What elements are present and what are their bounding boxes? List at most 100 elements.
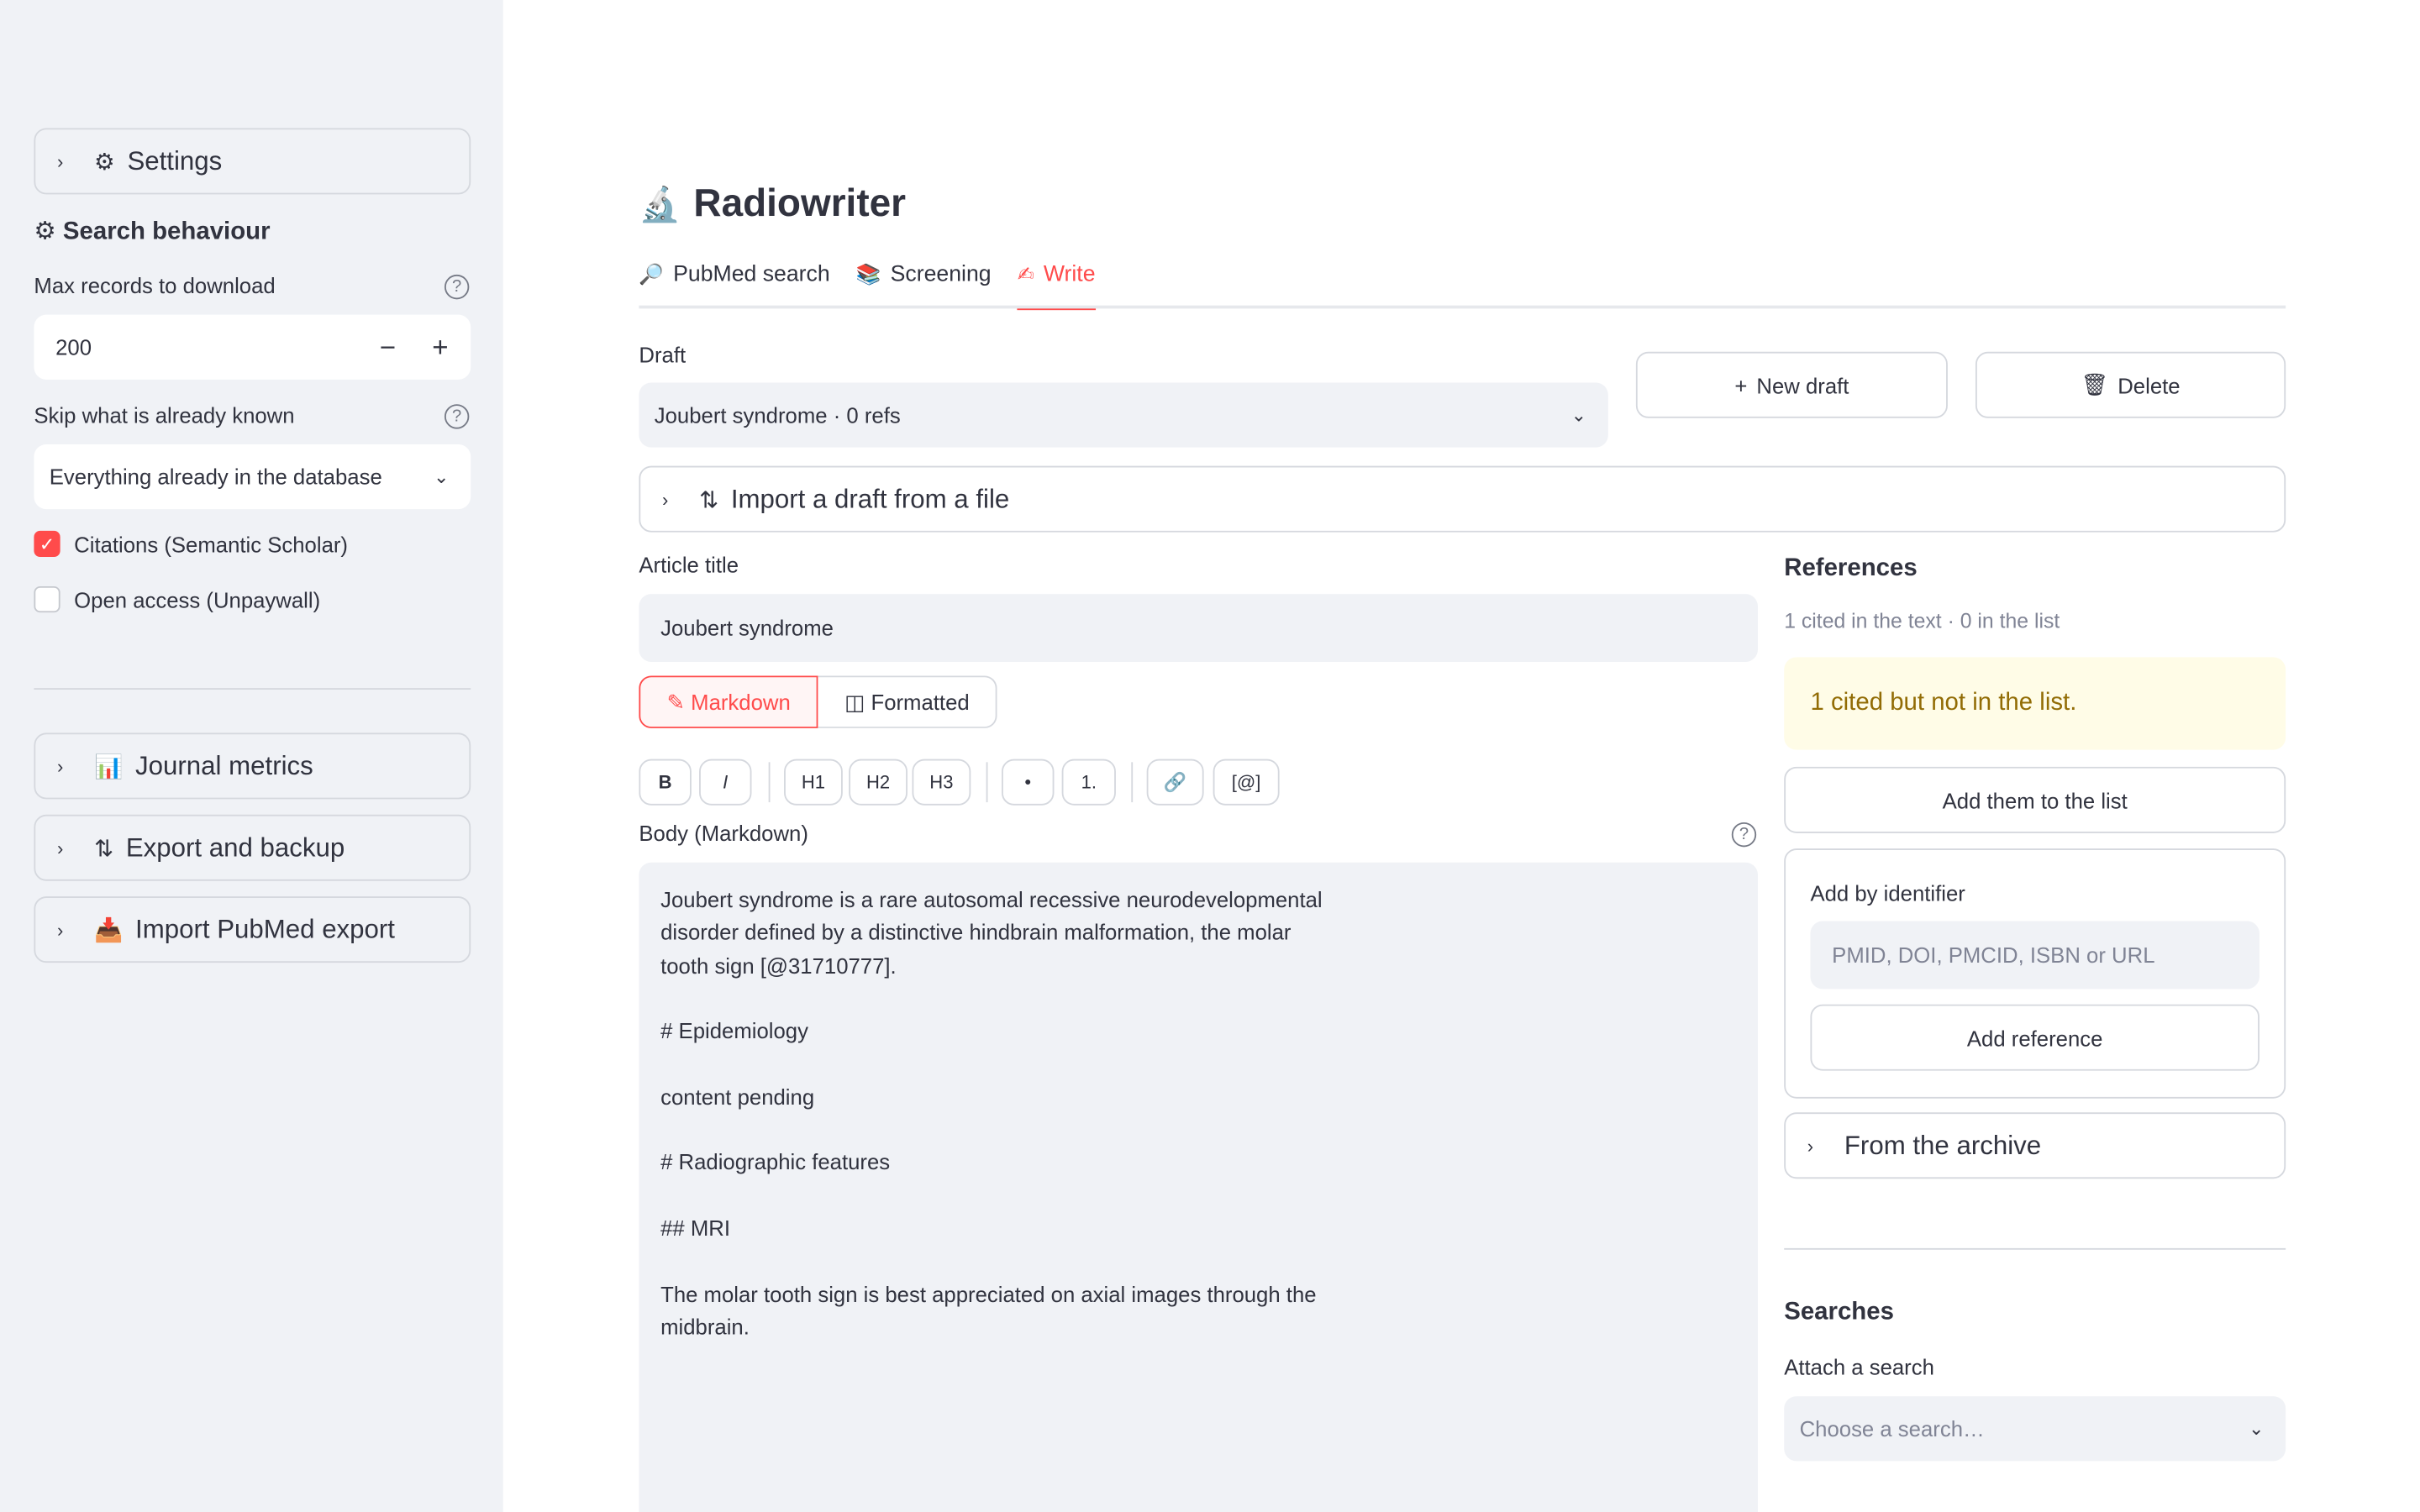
books-icon: 📚: [855, 262, 881, 286]
journal-metrics-label: Journal metrics: [135, 750, 313, 780]
bold-button[interactable]: B: [639, 759, 692, 806]
export-backup-expander[interactable]: › ⇅ Export and backup: [34, 814, 471, 881]
identifier-input[interactable]: PMID, DOI, PMCID, ISBN or URL: [1810, 921, 2260, 990]
sidebar: › ⚙ Settings ⚙ Search behaviour Max reco…: [0, 0, 503, 1512]
max-records-label: Max records to download: [34, 273, 276, 298]
article-title-value: Joubert syndrome: [660, 615, 834, 641]
delete-button[interactable]: 🗑 Delete: [1975, 351, 2286, 418]
decrement-button[interactable]: −: [380, 331, 396, 364]
toolbar-separator: [768, 762, 771, 803]
citation-button[interactable]: [@]: [1213, 759, 1280, 806]
up-down-arrows-icon: ⇅: [94, 835, 114, 862]
citations-checkbox[interactable]: ✓ Citations (Semantic Scholar): [34, 530, 349, 558]
settings-label: Settings: [127, 145, 223, 176]
page-title: 🔬 Radiowriter: [639, 182, 906, 227]
inbox-tray-icon: 📥: [94, 916, 124, 944]
tab-label: Screening: [890, 262, 992, 287]
toolbar-separator: [1131, 762, 1134, 803]
markdown-mode-button[interactable]: ✎ Markdown: [639, 675, 818, 728]
h1-button[interactable]: H1: [784, 759, 843, 806]
chevron-right-icon: ›: [56, 837, 64, 859]
add-by-identifier-label: Add by identifier: [1810, 880, 1965, 906]
trash-icon: 🗑: [2081, 371, 2109, 397]
export-backup-label: Export and backup: [125, 832, 345, 862]
new-draft-label: New draft: [1756, 372, 1849, 397]
add-reference-button[interactable]: Add reference: [1810, 1004, 2260, 1071]
body-textarea[interactable]: Joubert syndrome is a rare autosomal rec…: [639, 862, 1759, 1512]
italic-button[interactable]: I: [699, 759, 752, 806]
delete-label: Delete: [2118, 372, 2181, 397]
import-draft-label: Import a draft from a file: [730, 483, 1010, 513]
attach-search-label: Attach a search: [1784, 1354, 1934, 1380]
plus-icon: +: [1734, 372, 1748, 397]
bar-chart-icon: 📊: [94, 753, 124, 780]
from-archive-label: From the archive: [1844, 1130, 2042, 1160]
journal-metrics-expander[interactable]: › 📊 Journal metrics: [34, 732, 471, 800]
draft-label: Draft: [639, 342, 687, 368]
tab-label: Write: [1043, 261, 1096, 286]
settings-expander[interactable]: › ⚙ Settings: [34, 128, 471, 195]
chevron-down-icon: ⌄: [1570, 404, 1587, 426]
article-title-label: Article title: [639, 552, 739, 577]
h3-button[interactable]: H3: [912, 759, 971, 806]
draft-selected-value: Joubert syndrome · 0 refs: [654, 402, 901, 428]
writing-hand-icon: ✍: [1017, 261, 1034, 285]
search-behaviour-heading: ⚙ Search behaviour: [34, 218, 271, 246]
references-heading: References: [1784, 555, 1918, 582]
from-archive-expander[interactable]: › From the archive: [1784, 1112, 2286, 1179]
help-icon[interactable]: ?: [1731, 822, 1757, 848]
article-title-input[interactable]: Joubert syndrome: [639, 594, 1759, 662]
draft-select[interactable]: Joubert syndrome · 0 refs ⌄: [639, 382, 1608, 448]
bullet-list-button[interactable]: •: [1002, 759, 1055, 806]
add-them-button[interactable]: Add them to the list: [1784, 766, 2286, 833]
skip-known-select[interactable]: Everything already in the database ⌄: [34, 444, 471, 510]
max-records-value: 200: [55, 334, 92, 360]
body-label: Body (Markdown): [639, 821, 808, 846]
citations-label: Citations (Semantic Scholar): [74, 531, 349, 557]
sidebar-divider: [34, 688, 471, 690]
microscope-icon: 🔬: [639, 184, 681, 223]
tab-divider: [639, 305, 2286, 309]
chevron-down-icon: ⌄: [2248, 1417, 2265, 1440]
missing-refs-warning: 1 cited but not in the list.: [1784, 657, 2286, 750]
checkbox-checked-icon[interactable]: ✓: [34, 530, 60, 558]
skip-known-value: Everything already in the database: [49, 464, 382, 490]
help-icon[interactable]: ?: [444, 404, 470, 429]
identifier-placeholder: PMID, DOI, PMCID, ISBN or URL: [1832, 942, 2155, 968]
toolbar-separator: [986, 762, 988, 803]
increment-button[interactable]: +: [432, 331, 448, 364]
tab-label: PubMed search: [673, 262, 830, 287]
checkbox-unchecked-icon[interactable]: [34, 585, 60, 613]
magnifier-icon: 🔎: [639, 262, 665, 286]
editor-mode-toggle: ✎ Markdown ◫ Formatted: [639, 675, 997, 728]
chevron-right-icon: ›: [1807, 1134, 1814, 1157]
import-draft-expander[interactable]: › ⇅ Import a draft from a file: [639, 465, 2286, 533]
link-icon: 🔗: [1163, 771, 1187, 794]
gear-icon: ⚙: [94, 149, 115, 176]
link-button[interactable]: 🔗: [1146, 759, 1204, 806]
max-records-input[interactable]: 200 − +: [34, 314, 471, 380]
attach-search-select[interactable]: Choose a search… ⌄: [1784, 1396, 2286, 1462]
formatted-mode-button[interactable]: ◫ Formatted: [818, 675, 997, 728]
chevron-right-icon: ›: [56, 918, 64, 941]
references-caption: 1 cited in the text · 0 in the list: [1784, 609, 2060, 633]
attach-search-placeholder: Choose a search…: [1799, 1416, 1985, 1441]
numbered-list-button[interactable]: 1.: [1061, 759, 1116, 806]
open-access-checkbox[interactable]: Open access (Unpaywall): [34, 585, 321, 613]
help-icon[interactable]: ?: [444, 274, 470, 300]
searches-heading: Searches: [1784, 1299, 1894, 1326]
tab-pubmed-search[interactable]: 🔎 PubMed search: [639, 256, 829, 293]
tab-screening[interactable]: 📚 Screening: [856, 256, 992, 293]
tab-write[interactable]: ✍ Write: [1017, 256, 1096, 311]
references-divider: [1784, 1247, 2286, 1250]
import-pubmed-expander[interactable]: › 📥 Import PubMed export: [34, 896, 471, 963]
app-title: Radiowriter: [693, 181, 907, 226]
open-access-label: Open access (Unpaywall): [74, 586, 321, 612]
h2-button[interactable]: H2: [849, 759, 908, 806]
tab-bar: 🔎 PubMed search 📚 Screening ✍ Write: [639, 256, 1121, 311]
new-draft-button[interactable]: + New draft: [1635, 351, 1948, 418]
chevron-right-icon: ›: [56, 150, 64, 172]
chevron-right-icon: ›: [661, 488, 669, 511]
chevron-right-icon: ›: [56, 755, 64, 777]
chevron-down-icon: ⌄: [433, 465, 450, 488]
